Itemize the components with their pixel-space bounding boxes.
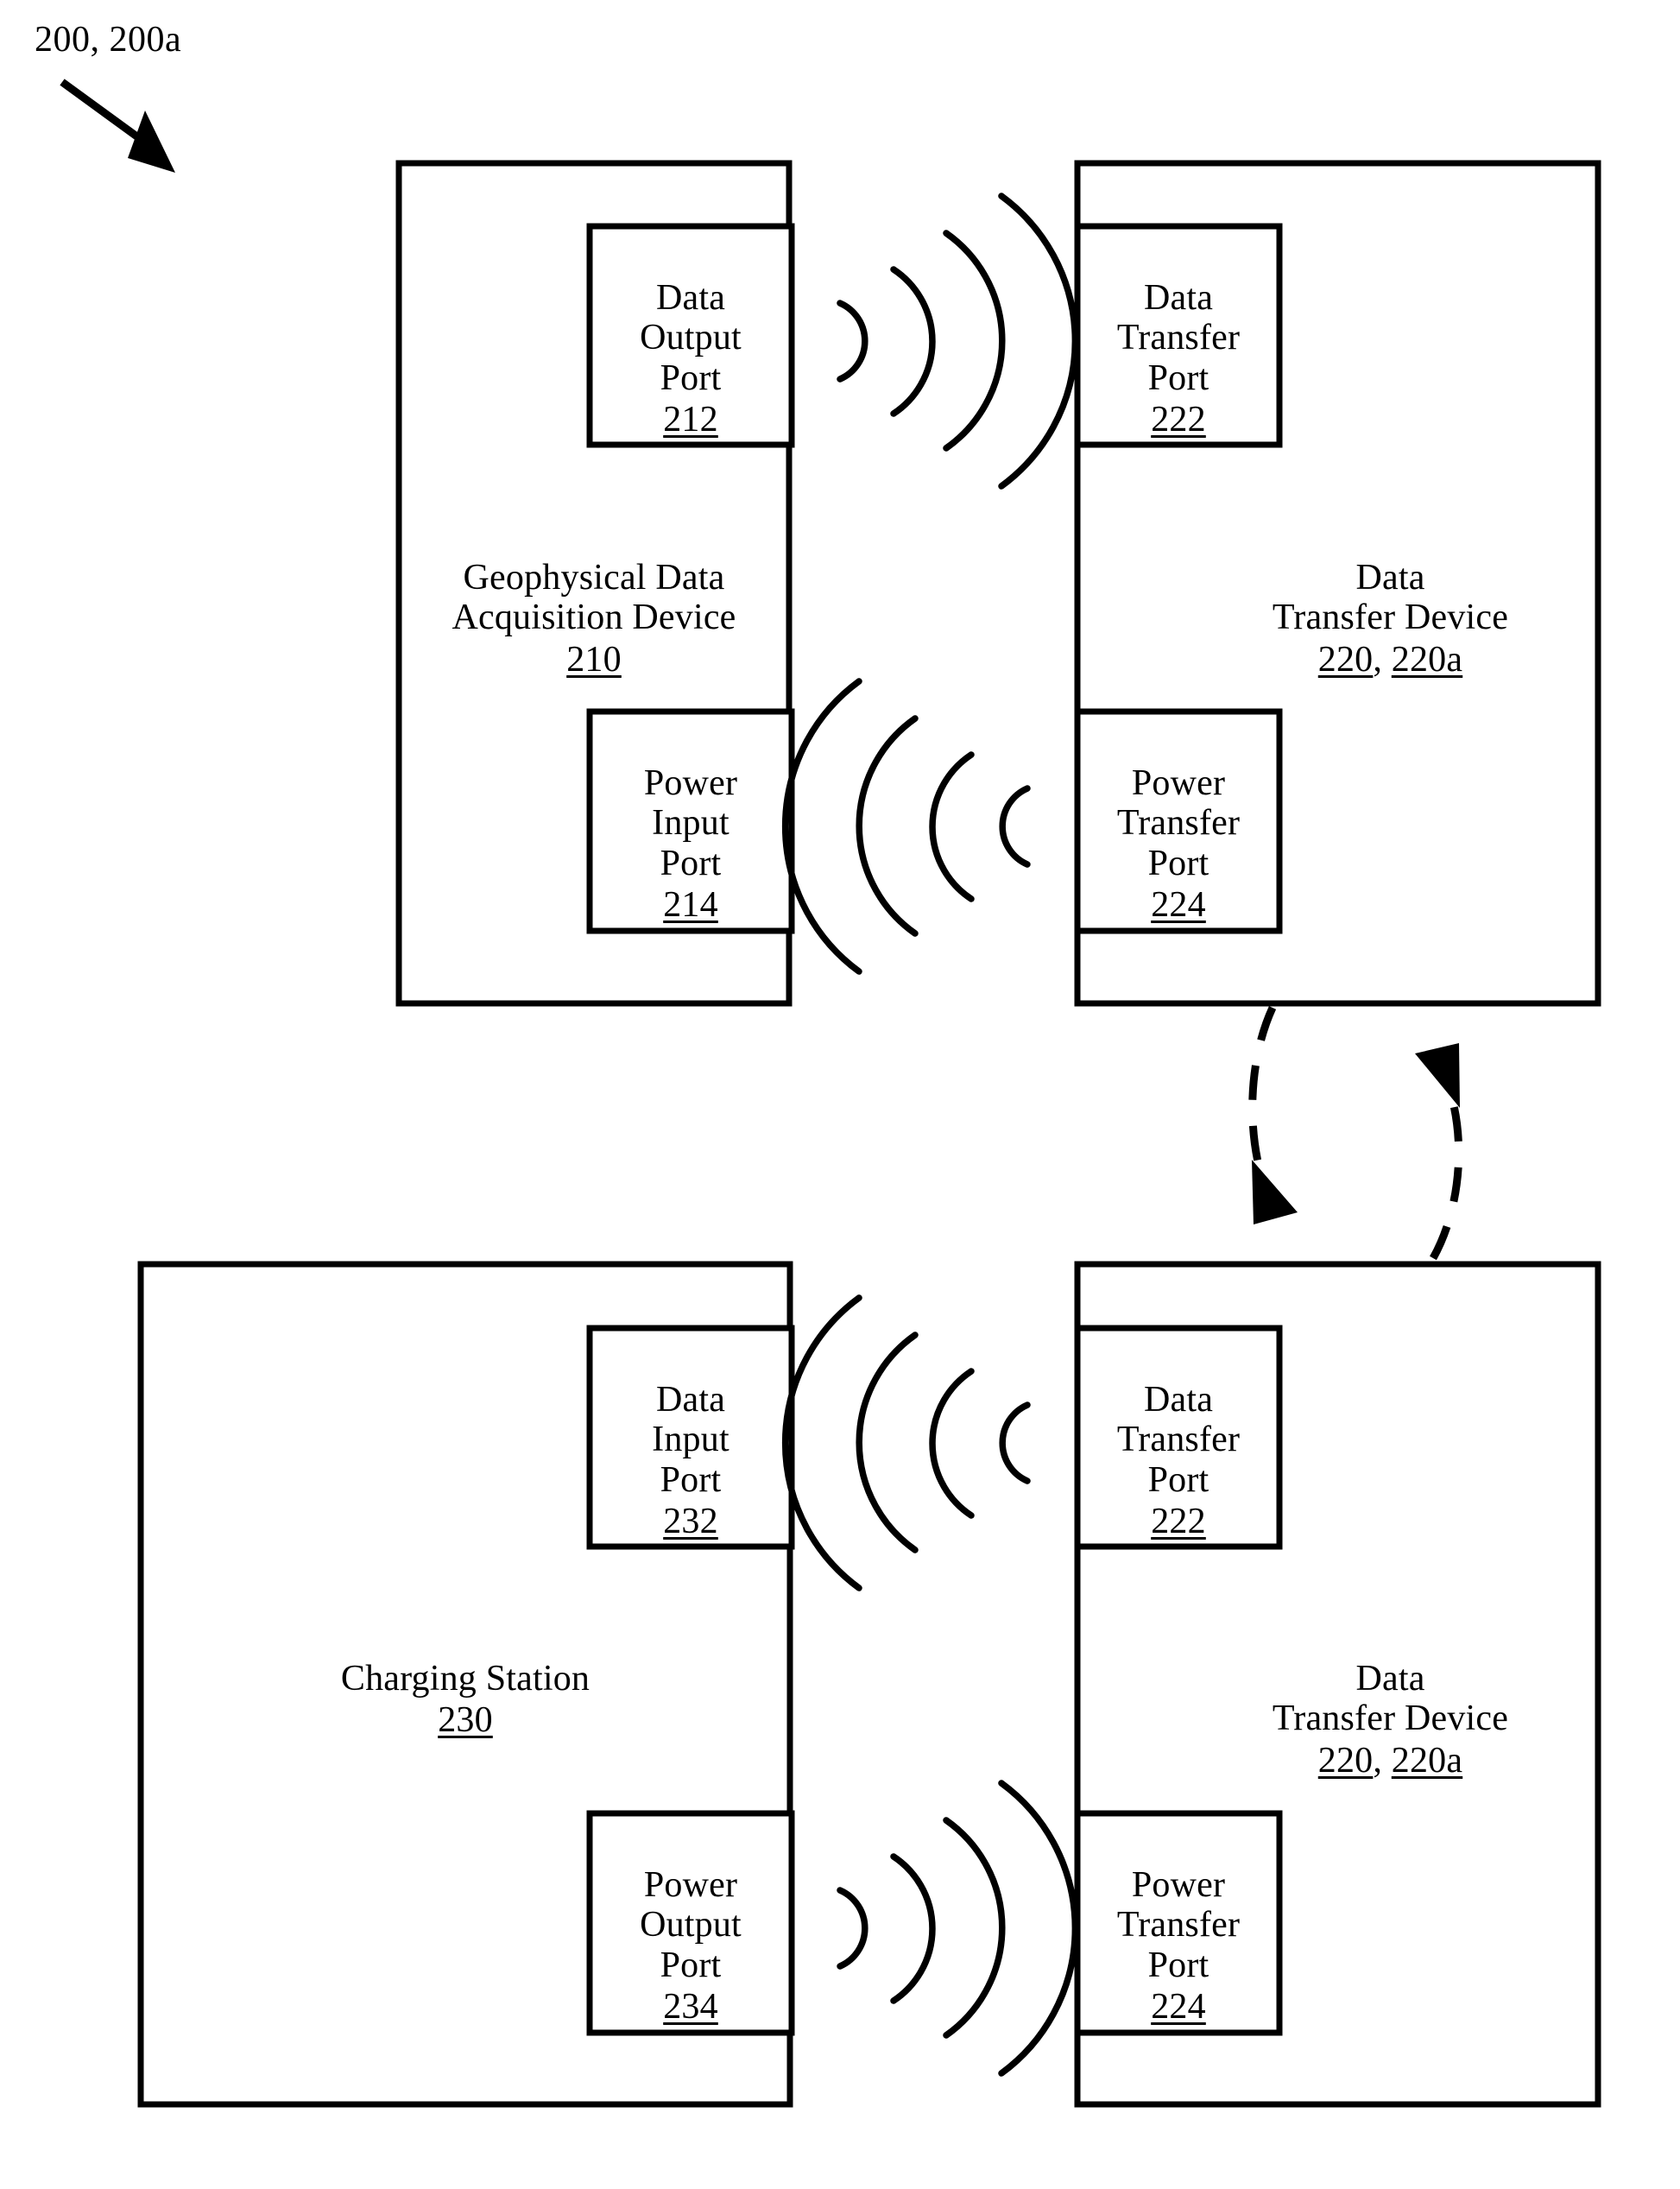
patent-figure: 200, 200a Data Output Port 212 Geophysic… <box>0 0 1680 2189</box>
geophysical-data-acquisition-device-label: Geophysical Data Acquisition Device 210 <box>399 518 789 719</box>
data-transfer-device-ref-bottom: 220, 220a <box>1183 1741 1598 1781</box>
ref-sep-top: , <box>1373 639 1392 680</box>
data-input-port-label: Data Input Port 232 <box>590 1340 792 1581</box>
data-output-port-title: Data Output Port <box>640 278 742 398</box>
charging-station-ref: 230 <box>438 1700 493 1741</box>
data-transfer-port-label-top: Data Transfer Port 222 <box>1077 238 1279 479</box>
ref-220-top: 220 <box>1317 639 1374 680</box>
data-input-port-title: Data Input Port <box>652 1380 729 1500</box>
figure-geometry-layer <box>60 79 1601 2108</box>
data-wireless-link-top-icon <box>837 193 1079 490</box>
ref-220a-bottom: 220a <box>1391 1740 1463 1781</box>
transfer-down-arrow <box>1248 1006 1298 1224</box>
power-output-port-title: Power Output Port <box>640 1865 742 1985</box>
power-input-port-title: Power Input Port <box>643 763 738 883</box>
figure-number-label: 200, 200a <box>35 20 182 60</box>
power-transfer-port-ref-bottom: 224 <box>1151 1986 1206 2027</box>
figure-lead-arrow <box>60 79 175 173</box>
data-output-port-ref: 212 <box>663 399 718 440</box>
power-transfer-port-title-bottom: Power Transfer Port <box>1116 1865 1241 1985</box>
data-transfer-device-title-bottom: Data Transfer Device <box>1272 1659 1509 1739</box>
data-transfer-port-label-bottom: Data Transfer Port 222 <box>1077 1340 1279 1581</box>
ref-sep-bottom: , <box>1373 1740 1392 1781</box>
geophysical-device-ref: 210 <box>566 639 622 680</box>
data-wireless-link-bottom-icon <box>781 1294 1031 1591</box>
power-input-port-ref: 214 <box>663 884 718 925</box>
power-output-port-ref: 234 <box>663 1986 718 2027</box>
data-transfer-device-title-top: Data Transfer Device <box>1272 558 1509 638</box>
data-transfer-port-title-bottom: Data Transfer Port <box>1116 1380 1241 1500</box>
data-transfer-port-title-top: Data Transfer Port <box>1116 278 1241 398</box>
power-wireless-link-top-icon <box>781 678 1031 975</box>
power-input-port-label: Power Input Port 214 <box>590 724 792 965</box>
data-transfer-device-label-top: Data Transfer Device 220, 220a <box>1183 518 1598 719</box>
data-output-port-label: Data Output Port 212 <box>590 238 792 479</box>
data-transfer-port-ref-bottom: 222 <box>1151 1501 1206 1541</box>
power-wireless-link-bottom-icon <box>837 1780 1079 2077</box>
transfer-up-arrow <box>1415 1043 1463 1261</box>
charging-station-label: Charging Station 230 <box>141 1619 790 1781</box>
power-transfer-port-label-bottom: Power Transfer Port 224 <box>1077 1825 1279 2066</box>
ref-220-bottom: 220 <box>1317 1740 1374 1781</box>
ref-220a-top: 220a <box>1391 639 1463 680</box>
charging-station-title: Charging Station <box>340 1659 591 1699</box>
data-transfer-device-ref-top: 220, 220a <box>1183 640 1598 680</box>
power-output-port-label: Power Output Port 234 <box>590 1825 792 2066</box>
power-transfer-port-ref-top: 224 <box>1151 884 1206 925</box>
data-input-port-ref: 232 <box>663 1501 718 1541</box>
data-transfer-port-ref-top: 222 <box>1151 399 1206 440</box>
geophysical-device-title: Geophysical Data Acquisition Device <box>452 558 736 638</box>
power-transfer-port-label-top: Power Transfer Port 224 <box>1077 724 1279 965</box>
data-transfer-device-label-bottom: Data Transfer Device 220, 220a <box>1183 1619 1598 1820</box>
power-transfer-port-title-top: Power Transfer Port <box>1116 763 1241 883</box>
